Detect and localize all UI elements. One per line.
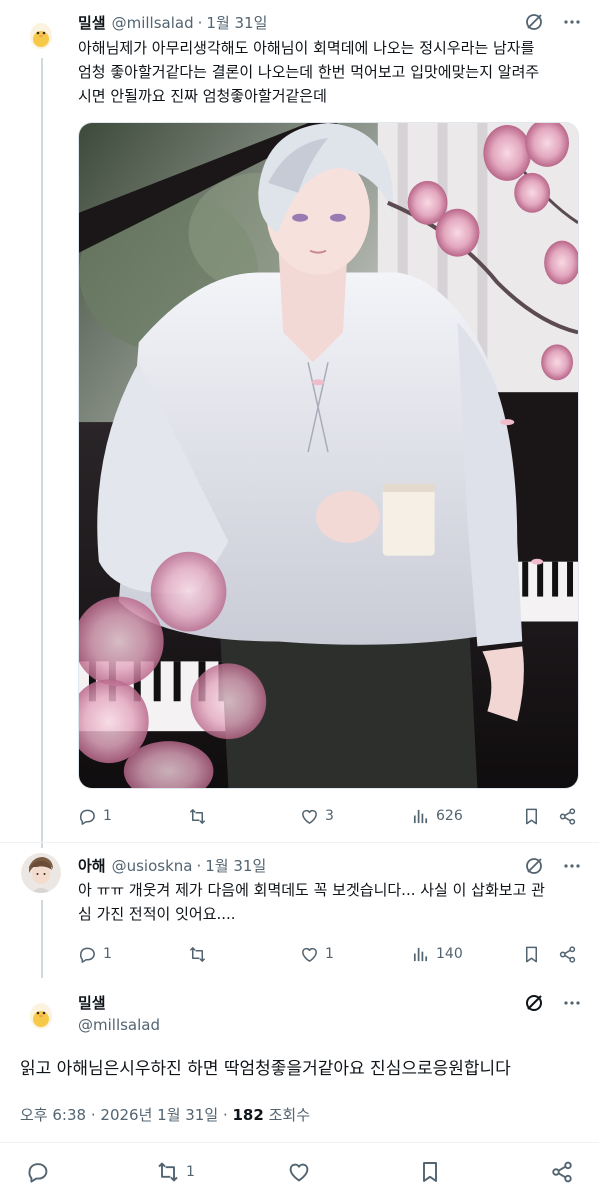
main-tweet-handle[interactable]: @millsalad (78, 1016, 160, 1034)
reply-button[interactable] (26, 1160, 50, 1184)
avatar-usiosknа[interactable] (21, 853, 61, 893)
share-button[interactable] (550, 1160, 574, 1184)
tweet1-media-image[interactable] (78, 122, 579, 789)
separator-dot: · (196, 857, 202, 875)
views-chart-icon (413, 809, 428, 823)
retweet-icon (189, 946, 206, 962)
heart-icon (302, 947, 317, 962)
retweet-button[interactable] (188, 807, 207, 826)
view-count: 182 (232, 1106, 264, 1124)
reply-icon (28, 1163, 48, 1183)
main-tweet-actions: 1 (0, 1152, 599, 1192)
share-icon (559, 807, 576, 825)
tweet1-header: 밀샐 @millsalad · 1월 31일 (78, 12, 267, 33)
heart-icon (289, 1163, 309, 1182)
avatar-millsalad-main[interactable] (21, 992, 61, 1032)
reply-count: 1 (103, 946, 112, 962)
share-icon (552, 1161, 572, 1183)
like-button[interactable]: 1 (300, 945, 334, 964)
tweet-divider (0, 842, 599, 843)
main-tweet-text: 읽고 아해님은시우하진 하면 딱엄청좋을거같아요 진심으로응원합니다 (20, 1059, 511, 1079)
main-tweet-meta: 오후 6:38 · 2026년 1월 31일 · 182 조회수 (20, 1104, 310, 1125)
like-count: 1 (325, 946, 334, 962)
bookmark-icon (525, 946, 538, 962)
more-icon[interactable] (562, 856, 582, 876)
grok-icon[interactable] (524, 856, 544, 876)
main-tweet-name[interactable]: 밀샐 (78, 992, 106, 1013)
bookmark-button[interactable] (418, 1160, 442, 1184)
tweet2-header: 아해 @usiosknа · 1월 31일 (78, 855, 266, 876)
retweet-icon (158, 1162, 178, 1182)
like-button[interactable] (287, 1160, 311, 1184)
thread-line-1 (41, 58, 43, 848)
heart-icon (302, 809, 317, 824)
views-button[interactable]: 140 (411, 945, 463, 964)
tweet1-text-line3: 시면 안될까요 진짜 엄청좋아할거같은데 (78, 87, 327, 105)
meta-divider (0, 1142, 599, 1143)
tweet-time[interactable]: 오후 6:38 (20, 1106, 86, 1124)
tweet2-actions: 1 1 140 (78, 943, 579, 965)
display-name[interactable]: 밀샐 (78, 12, 106, 33)
tweet-date[interactable]: 1월 31일 (205, 855, 266, 876)
retweet-count: 1 (186, 1164, 195, 1180)
reply-icon (79, 809, 95, 825)
bookmark-icon (423, 1162, 437, 1182)
tweet2-text-line2: 심 가진 전적이 잇어요.... (78, 905, 236, 923)
retweet-button[interactable] (188, 945, 207, 964)
tweet1-text-line2: 엄청 좋아할거같다는 결론이 나오는데 한번 먹어보고 입맛에맞는지 알려주 (78, 63, 540, 81)
bookmark-button[interactable] (522, 807, 541, 826)
avatar-millsalad[interactable] (21, 12, 61, 52)
tweet2-top-icons (524, 856, 582, 876)
tweet1-actions: 1 3 626 (78, 805, 579, 827)
tweet-date[interactable]: 1월 31일 (206, 12, 267, 33)
bookmark-button[interactable] (522, 945, 541, 964)
tweet1-top-icons (524, 12, 582, 32)
user-handle[interactable]: @millsalad (112, 14, 194, 32)
reply-icon (79, 947, 95, 963)
separator-dot: · (222, 1106, 228, 1124)
share-icon (559, 945, 576, 963)
user-handle[interactable]: @usiosknа (112, 857, 193, 875)
retweet-button[interactable]: 1 (156, 1160, 195, 1184)
reply-button[interactable]: 1 (78, 807, 112, 826)
like-button[interactable]: 3 (300, 807, 334, 826)
tweet2-text: 아 ㅠㅠ 개웃겨 제가 다음에 회멱데도 꼭 보겟습니다... 사실 이 삽화보… (78, 878, 588, 926)
tweet1-text: 아해님제가 아무리생각해도 아해님이 회멱데에 나오는 정시우라는 남자를 엄청… (78, 36, 588, 108)
more-icon[interactable] (562, 12, 582, 32)
tweet1-text-line1: 아해님제가 아무리생각해도 아해님이 회멱데에 나오는 정시우라는 남자를 (78, 39, 535, 57)
display-name[interactable]: 아해 (78, 855, 106, 876)
views-chart-icon (413, 947, 428, 961)
tweet-full-date[interactable]: 2026년 1월 31일 (100, 1106, 218, 1124)
retweet-icon (189, 808, 206, 824)
grok-icon[interactable] (524, 12, 544, 32)
share-button[interactable] (558, 807, 577, 826)
more-icon[interactable] (562, 993, 582, 1013)
views-button[interactable]: 626 (411, 807, 463, 826)
separator-dot: · (197, 14, 203, 32)
grok-icon[interactable] (524, 993, 544, 1013)
thread-line-2 (41, 900, 43, 978)
like-count: 3 (325, 808, 334, 824)
bookmark-icon (525, 808, 538, 824)
main-tweet-top-icons (524, 993, 582, 1013)
view-count: 140 (436, 946, 463, 962)
separator-dot: · (90, 1106, 96, 1124)
reply-count: 1 (103, 808, 112, 824)
reply-button[interactable]: 1 (78, 945, 112, 964)
tweet2-text-line1: 아 ㅠㅠ 개웃겨 제가 다음에 회멱데도 꼭 보겟습니다... 사실 이 삽화보… (78, 881, 545, 899)
views-label: 조회수 (268, 1106, 310, 1124)
view-count: 626 (436, 808, 463, 824)
share-button[interactable] (558, 945, 577, 964)
